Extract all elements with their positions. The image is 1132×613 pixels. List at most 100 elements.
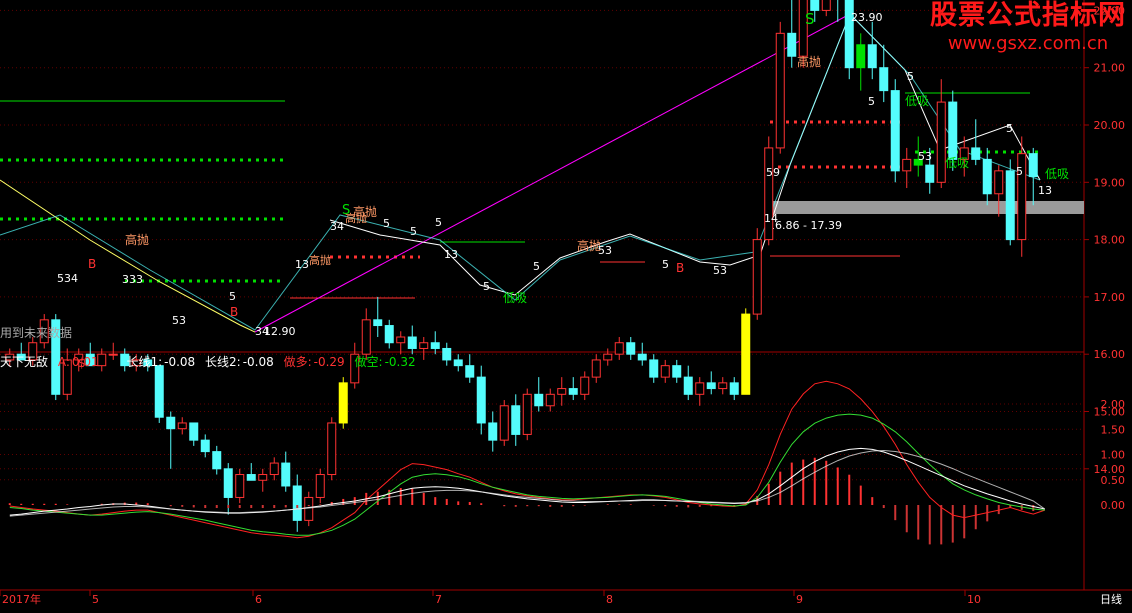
candle-body bbox=[304, 496, 314, 521]
wave-number: 53 bbox=[598, 244, 612, 257]
signal-label: B bbox=[88, 257, 96, 271]
candle-body bbox=[683, 376, 693, 395]
candle-body bbox=[741, 313, 751, 395]
candle-body bbox=[971, 147, 981, 160]
signal-label: 高抛 bbox=[309, 253, 331, 267]
date-tick-label: 9 bbox=[796, 593, 803, 606]
wave-number: 5 bbox=[229, 290, 236, 303]
candle-body bbox=[223, 468, 233, 498]
indicator-l1-label: 长线1: bbox=[126, 355, 163, 369]
candle-body bbox=[419, 342, 429, 349]
wave-number: 5 bbox=[383, 217, 390, 230]
wave-number: 5 bbox=[410, 225, 417, 238]
candle-body bbox=[442, 347, 452, 361]
signal-label: 高抛 bbox=[797, 54, 821, 69]
candle-body bbox=[695, 382, 705, 395]
signal-label: 低吸 bbox=[945, 156, 969, 170]
candle-body bbox=[200, 439, 210, 453]
candle-body bbox=[338, 382, 348, 424]
wave-number: 53 bbox=[713, 264, 727, 277]
signal-label: B bbox=[676, 261, 684, 275]
wave-number: 13 bbox=[1038, 184, 1052, 197]
wave-number: 333 bbox=[122, 273, 143, 286]
indicator-l1-value: -0.08 bbox=[164, 355, 196, 369]
wave-number: 5 bbox=[435, 216, 442, 229]
indicator-title-bar: 天下无敌 A: 0.01 长线1: -0.08 长线2: -0.08 做多: -0.29… bbox=[0, 353, 418, 370]
candle-body bbox=[269, 462, 279, 476]
indicator-tick-label: 0.50 bbox=[1101, 474, 1126, 487]
indicator-tick-label: 2.00 bbox=[1101, 398, 1126, 411]
candle-body bbox=[867, 44, 877, 69]
date-tick-label: 6 bbox=[255, 593, 262, 606]
stock-chart[interactable]: 22.0021.0020.0019.0018.0017.0016.0015.00… bbox=[0, 0, 1132, 609]
signal-label: 低吸 bbox=[1045, 167, 1069, 181]
candle-body bbox=[603, 353, 613, 361]
low-price-label: 12.90 bbox=[264, 325, 296, 338]
candle-body bbox=[315, 474, 325, 498]
note-label: 用到未来数据 bbox=[0, 325, 72, 340]
candle-body bbox=[327, 422, 337, 476]
indicator-tick-label: 1.50 bbox=[1101, 423, 1126, 436]
signal-label: S bbox=[805, 10, 815, 28]
signal-label: B bbox=[230, 305, 238, 319]
wave-number: 53 bbox=[918, 150, 932, 163]
candle-body bbox=[568, 388, 578, 395]
candle-body bbox=[476, 376, 486, 424]
candle-body bbox=[879, 67, 889, 92]
indicator-tick-label: 0.00 bbox=[1101, 499, 1126, 512]
candle-body bbox=[430, 342, 440, 349]
candle-body bbox=[373, 319, 383, 327]
wave-number: 53 bbox=[172, 314, 186, 327]
high-price-label: 23.90 bbox=[851, 11, 883, 24]
stock-chart-window[interactable]: 22.00 21.00 20.00 19.00 18.00 17.00 16.00 15.00… bbox=[0, 0, 1132, 609]
signal-label: 低吸 bbox=[503, 291, 527, 305]
candle-body bbox=[856, 44, 866, 69]
candle-body bbox=[649, 359, 659, 378]
candle-body bbox=[821, 0, 831, 11]
wave-number: 5 bbox=[483, 280, 490, 293]
candle-body bbox=[522, 393, 532, 435]
candle-body bbox=[465, 365, 475, 378]
candle-body bbox=[729, 382, 739, 395]
wave-number: 13 bbox=[295, 258, 309, 271]
candle-body bbox=[534, 393, 544, 407]
wave-number: 5 bbox=[1016, 165, 1023, 178]
date-tick-label: 8 bbox=[606, 593, 613, 606]
candle-body bbox=[948, 101, 958, 160]
price-range-label: 16.86 - 17.39 bbox=[768, 219, 842, 232]
wave-number: 5 bbox=[907, 70, 914, 83]
candle-body bbox=[258, 474, 268, 481]
candle-body bbox=[798, 0, 808, 57]
indicator-l2-label: 长线2: bbox=[205, 355, 241, 369]
period-label: 日线 bbox=[1100, 592, 1122, 606]
candle-body bbox=[936, 101, 946, 183]
candle-body bbox=[1005, 170, 1015, 241]
candle-body bbox=[189, 422, 199, 441]
watermark-url: www.gsxz.com.cn bbox=[947, 33, 1109, 54]
candle-body bbox=[752, 239, 762, 315]
watermark-title: 股票公式指标网 bbox=[930, 0, 1126, 31]
candle-body bbox=[154, 365, 164, 418]
candle-body bbox=[235, 474, 245, 498]
date-tick-label: 7 bbox=[435, 593, 442, 606]
wave-number: 34 bbox=[330, 220, 344, 233]
candle-body bbox=[672, 365, 682, 378]
indicator-a-label: A: bbox=[57, 355, 70, 369]
indicator-long-value: -0.29 bbox=[313, 355, 345, 369]
candle-body bbox=[810, 0, 820, 11]
candle-body bbox=[545, 393, 555, 407]
candle-body bbox=[557, 388, 567, 395]
price-tick-label: 18.00 bbox=[1094, 234, 1126, 247]
candle-body bbox=[775, 32, 785, 149]
candle-body bbox=[925, 164, 935, 183]
price-tick-label: 20.00 bbox=[1094, 119, 1126, 132]
indicator-long-label: 做多: bbox=[283, 355, 312, 369]
date-tick-label: 10 bbox=[967, 593, 981, 606]
candle-body bbox=[407, 336, 417, 349]
indicator-l2-value: -0.08 bbox=[242, 355, 274, 369]
signal-label: 高抛 bbox=[345, 211, 367, 225]
candle-body bbox=[787, 32, 797, 57]
candle-body bbox=[902, 158, 912, 172]
date-tick-label: 2017年 bbox=[2, 592, 41, 606]
candle-body bbox=[511, 405, 521, 435]
